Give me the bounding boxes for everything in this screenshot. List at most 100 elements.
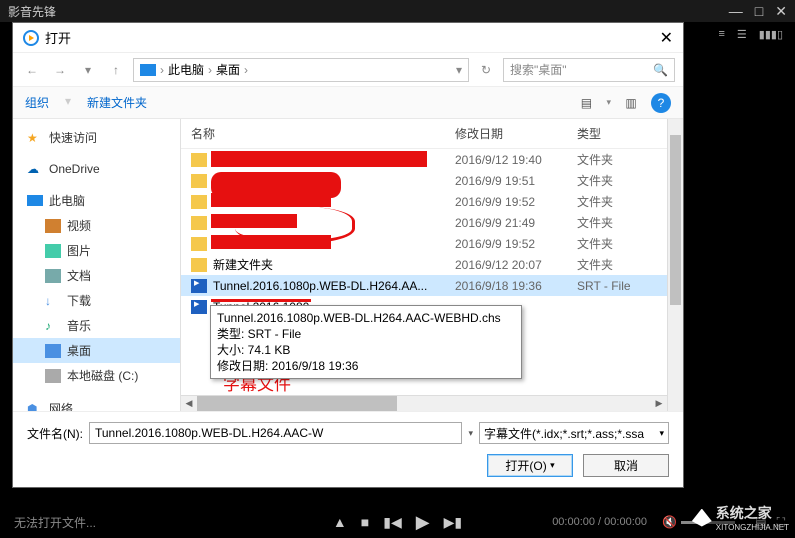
- srt-file-icon: [191, 300, 207, 314]
- sidebar-network[interactable]: ⬢网络: [13, 396, 180, 411]
- dialog-toolbar: 组织 ▾ 新建文件夹 ▤ ▾ ▥ ?: [13, 87, 683, 119]
- tooltip-filename: Tunnel.2016.1080p.WEB-DL.H264.AAC-WEBHD.…: [217, 310, 515, 326]
- open-file-dialog: 打开 ✕ ← → ▾ ↑ › 此电脑 › 桌面 › ▾ ↻ 搜索"桌面" 🔍 组…: [12, 22, 684, 488]
- app-icon: [23, 30, 39, 46]
- time-display: 00:00:00 / 00:00:00: [552, 516, 647, 528]
- folder-icon: [191, 237, 207, 251]
- scroll-right-icon[interactable]: ▶: [651, 396, 667, 411]
- up-icon[interactable]: ↑: [105, 59, 127, 81]
- video-icon: [45, 219, 61, 233]
- signal-icon[interactable]: ▮▮▮▯: [759, 28, 783, 41]
- crumb-pc[interactable]: 此电脑: [168, 61, 204, 78]
- srt-file-icon: [191, 279, 207, 293]
- star-icon: ★: [27, 131, 43, 145]
- navigation-bar: ← → ▾ ↑ › 此电脑 › 桌面 › ▾ ↻ 搜索"桌面" 🔍: [13, 53, 683, 87]
- sidebar-desktop[interactable]: 桌面: [13, 338, 180, 363]
- filetype-filter[interactable]: 字幕文件(*.idx;*.srt;*.ass;*.ssa ▾: [479, 422, 669, 444]
- search-placeholder: 搜索"桌面": [510, 61, 567, 78]
- horizontal-scrollbar[interactable]: ◀ ▶: [181, 395, 667, 411]
- col-type[interactable]: 类型: [577, 125, 657, 142]
- eject-icon[interactable]: ▲: [333, 514, 347, 530]
- breadcrumb-dropdown-icon[interactable]: ▾: [456, 63, 462, 77]
- redaction-mark: [211, 193, 331, 207]
- folder-icon: [191, 258, 207, 272]
- dialog-footer: 文件名(N): ▾ 字幕文件(*.idx;*.srt;*.ass;*.ssa ▾…: [13, 411, 683, 487]
- sidebar-music[interactable]: ♪音乐: [13, 313, 180, 338]
- forward-icon[interactable]: →: [49, 59, 71, 81]
- close-icon[interactable]: ✕: [775, 3, 787, 20]
- minimize-icon[interactable]: —: [729, 3, 743, 20]
- cancel-button[interactable]: 取消: [583, 454, 669, 477]
- back-icon[interactable]: ←: [21, 59, 43, 81]
- sidebar: ★快速访问 ☁OneDrive 此电脑 视频 图片 文档 ↓下载 ♪音乐 桌面 …: [13, 119, 181, 411]
- stop-icon[interactable]: ■: [361, 514, 369, 530]
- folder-icon: [191, 153, 207, 167]
- document-icon: [45, 269, 61, 283]
- music-icon: ♪: [45, 319, 61, 333]
- tooltip-type: 类型: SRT - File: [217, 326, 515, 342]
- crumb-desktop[interactable]: 桌面: [216, 61, 240, 78]
- redaction-mark: [211, 151, 427, 167]
- player-controls: ▲ ■ ▮◀ ▶ ▶▮: [333, 512, 462, 533]
- col-name[interactable]: 名称: [191, 125, 455, 142]
- desktop-icon: [45, 344, 61, 358]
- search-input[interactable]: 搜索"桌面" 🔍: [503, 58, 675, 82]
- scroll-left-icon[interactable]: ◀: [181, 396, 197, 411]
- menu-icon[interactable]: ≡: [718, 28, 724, 40]
- underline-mark: [211, 299, 311, 302]
- file-row[interactable]: 新建文件夹2016/9/12 20:07文件夹: [181, 254, 667, 275]
- folder-icon: [191, 195, 207, 209]
- column-headers: 名称 修改日期 类型: [181, 119, 667, 149]
- watermark-icon: [692, 509, 712, 527]
- help-icon[interactable]: ?: [651, 93, 671, 113]
- file-row-selected[interactable]: Tunnel.2016.1080p.WEB-DL.H264.AA...2016/…: [181, 275, 667, 296]
- dialog-close-icon[interactable]: ✕: [660, 28, 673, 48]
- tooltip-date: 修改日期: 2016/9/18 19:36: [217, 358, 515, 374]
- folder-icon: [191, 174, 207, 188]
- vertical-scrollbar[interactable]: [667, 119, 683, 411]
- sidebar-onedrive[interactable]: ☁OneDrive: [13, 158, 180, 180]
- window-controls: — □ ✕: [729, 3, 787, 20]
- maximize-icon[interactable]: □: [755, 3, 763, 20]
- watermark: 系统之家 XITONGZHIJIA.NET: [692, 503, 789, 532]
- organize-button[interactable]: 组织: [25, 94, 49, 111]
- cloud-icon: ☁: [27, 162, 43, 176]
- mute-icon[interactable]: 🔇: [662, 515, 677, 529]
- app-titlebar: 影音先锋 — □ ✕: [0, 0, 795, 22]
- sidebar-videos[interactable]: 视频: [13, 213, 180, 238]
- preview-pane-icon[interactable]: ▥: [621, 93, 641, 113]
- prev-icon[interactable]: ▮◀: [383, 514, 401, 531]
- breadcrumb[interactable]: › 此电脑 › 桌面 › ▾: [133, 58, 469, 82]
- sidebar-quick-access[interactable]: ★快速访问: [13, 125, 180, 150]
- play-icon[interactable]: ▶: [416, 512, 430, 533]
- app-title: 影音先锋: [8, 3, 56, 20]
- pc-icon: [140, 64, 156, 76]
- download-icon: ↓: [45, 294, 61, 308]
- sidebar-pictures[interactable]: 图片: [13, 238, 180, 263]
- col-date[interactable]: 修改日期: [455, 125, 577, 142]
- disk-icon: [45, 369, 61, 383]
- newfolder-button[interactable]: 新建文件夹: [87, 94, 147, 111]
- folder-icon: [191, 216, 207, 230]
- filename-label: 文件名(N):: [27, 425, 83, 442]
- refresh-icon[interactable]: ↻: [475, 59, 497, 81]
- view-options-icon[interactable]: ▤: [576, 93, 596, 113]
- image-icon: [45, 244, 61, 258]
- open-button[interactable]: 打开(O) ▾: [487, 454, 573, 477]
- sidebar-downloads[interactable]: ↓下载: [13, 288, 180, 313]
- player-status-bar: 无法打开文件... ▲ ■ ▮◀ ▶ ▶▮ 00:00:00 / 00:00:0…: [0, 506, 795, 538]
- search-glass-icon: 🔍: [653, 63, 668, 77]
- sidebar-documents[interactable]: 文档: [13, 263, 180, 288]
- file-tooltip: Tunnel.2016.1080p.WEB-DL.H264.AAC-WEBHD.…: [210, 305, 522, 379]
- dialog-titlebar: 打开 ✕: [13, 23, 683, 53]
- network-icon: ⬢: [27, 402, 43, 412]
- recent-icon[interactable]: ▾: [77, 59, 99, 81]
- sidebar-this-pc[interactable]: 此电脑: [13, 188, 180, 213]
- list-icon[interactable]: ☰: [737, 28, 747, 41]
- next-icon[interactable]: ▶▮: [444, 514, 462, 531]
- dialog-title: 打开: [45, 28, 71, 47]
- sidebar-localdisk[interactable]: 本地磁盘 (C:): [13, 363, 180, 388]
- redaction-curve: [235, 207, 355, 243]
- filename-input[interactable]: [89, 422, 462, 444]
- pc-icon: [27, 195, 43, 206]
